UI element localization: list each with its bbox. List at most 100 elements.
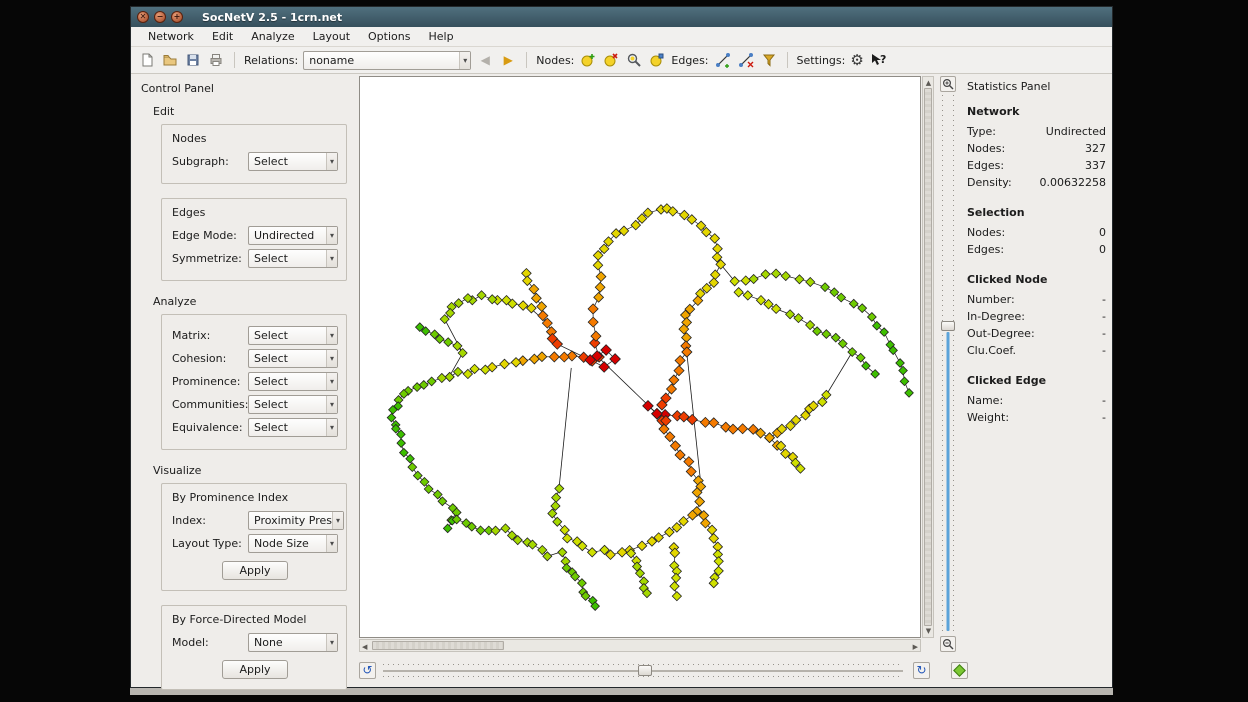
combo-box[interactable]: Select ▾	[248, 372, 338, 391]
settings-gear-icon[interactable]: ⚙	[850, 52, 863, 68]
combo-box[interactable]: None ▾	[248, 633, 338, 652]
chevron-down-icon[interactable]: ▾	[326, 396, 337, 413]
network-graph[interactable]	[360, 77, 920, 637]
combo-box[interactable]: Select ▾	[248, 152, 338, 171]
minimize-button[interactable]: −	[154, 11, 166, 23]
open-file-icon[interactable]	[161, 51, 179, 69]
field-label: Layout Type:	[172, 537, 248, 550]
field-label: Equivalence:	[172, 421, 248, 434]
chevron-down-icon[interactable]: ▾	[326, 250, 337, 267]
stat-value: -	[1102, 293, 1106, 306]
menu-item[interactable]: Layout	[304, 28, 359, 45]
menu-item[interactable]: Analyze	[242, 28, 303, 45]
stat-row: Edges: 337	[967, 159, 1106, 172]
combo-box[interactable]: Node Size ▾	[248, 534, 338, 553]
relations-icon-button[interactable]	[951, 662, 968, 679]
print-icon[interactable]	[207, 51, 225, 69]
vertical-scroll-thumb[interactable]	[924, 88, 932, 626]
relations-label: Relations:	[244, 54, 298, 67]
stat-label: Name:	[967, 394, 1003, 407]
canvas-vertical-scrollbar[interactable]: ▲ ▼	[922, 76, 934, 638]
combo-box[interactable]: Select ▾	[248, 326, 338, 345]
apply-prominence-button[interactable]: Apply	[222, 561, 287, 580]
chevron-down-icon[interactable]: ▾	[326, 634, 337, 651]
combo-box[interactable]: Proximity Pres ▾	[248, 511, 344, 530]
combo-box[interactable]: Undirected ▾	[248, 226, 338, 245]
combo-box[interactable]: Select ▾	[248, 395, 338, 414]
chevron-down-icon[interactable]: ▾	[332, 512, 343, 529]
menu-item[interactable]: Options	[359, 28, 419, 45]
node-properties-icon[interactable]	[648, 51, 666, 69]
stat-row: In-Degree: -	[967, 310, 1106, 323]
scroll-left-icon[interactable]: ◀	[362, 642, 367, 653]
nodes-group-title: Nodes	[172, 132, 338, 145]
previous-relation-button[interactable]: ◀	[476, 53, 494, 67]
menu-item[interactable]: Edit	[203, 28, 242, 45]
remove-node-icon[interactable]	[602, 51, 620, 69]
chevron-down-icon[interactable]: ▾	[326, 327, 337, 344]
socnetv-window: ✕ − + SocNetV 2.5 - 1crn.net Network Edi…	[130, 6, 1113, 688]
menu-item[interactable]: Help	[419, 28, 462, 45]
stat-label: Nodes:	[967, 142, 1005, 155]
combo-box[interactable]: Select ▾	[248, 418, 338, 437]
field-label: Model:	[172, 636, 248, 649]
rotation-ticks	[383, 676, 903, 677]
network-canvas[interactable]	[359, 76, 921, 638]
stat-label: Nodes:	[967, 226, 1005, 239]
nodes-label: Nodes:	[536, 54, 574, 67]
edges-group-rows: Edge Mode: Undirected ▾ Symmetrize:	[172, 226, 338, 268]
add-edge-icon[interactable]	[714, 51, 732, 69]
zoom-slider-handle[interactable]	[941, 321, 955, 331]
horizontal-scroll-thumb[interactable]	[372, 641, 504, 650]
stat-value: 337	[1085, 159, 1106, 172]
rotate-right-button[interactable]: ↻	[913, 662, 930, 679]
combo-box[interactable]: Select ▾	[248, 249, 338, 268]
chevron-down-icon[interactable]: ▾	[326, 227, 337, 244]
new-file-icon[interactable]	[138, 51, 156, 69]
canvas-horizontal-scrollbar[interactable]: ◀ ▶	[359, 639, 921, 652]
stat-label: Clu.Coef.	[967, 344, 1016, 357]
zoom-slider[interactable]	[940, 95, 956, 633]
force-group-rows: Model: None ▾	[172, 633, 338, 652]
menu-item[interactable]: Network	[139, 28, 203, 45]
combo-value: Proximity Pres	[254, 514, 332, 527]
save-icon[interactable]	[184, 51, 202, 69]
maximize-button[interactable]: +	[171, 11, 183, 23]
find-node-icon[interactable]	[625, 51, 643, 69]
stat-row: Nodes: 0	[967, 226, 1106, 239]
add-node-icon[interactable]	[579, 51, 597, 69]
edit-section-label: Edit	[153, 105, 353, 118]
clicked-node-rows: Number: - In-Degree: - Out-Degree:	[967, 293, 1106, 357]
chevron-down-icon[interactable]: ▾	[326, 153, 337, 170]
chevron-down-icon[interactable]: ▾	[459, 52, 470, 69]
menu-bar: Network Edit Analyze Layout Options Help	[131, 27, 1112, 47]
field-label: Edge Mode:	[172, 229, 248, 242]
relations-combobox[interactable]: noname ▾	[303, 51, 471, 70]
rotation-slider[interactable]	[383, 663, 903, 678]
zoom-in-button[interactable]	[940, 76, 956, 92]
chevron-down-icon[interactable]: ▾	[326, 350, 337, 367]
close-button[interactable]: ✕	[137, 11, 149, 23]
filter-edges-icon[interactable]	[760, 51, 778, 69]
chevron-down-icon[interactable]: ▾	[326, 419, 337, 436]
field-label: Matrix:	[172, 329, 248, 342]
nodes-groupbox: Nodes Subgraph: Select ▾	[161, 124, 347, 184]
scroll-right-icon[interactable]: ▶	[913, 642, 918, 653]
zoom-column	[938, 76, 958, 652]
remove-edge-icon[interactable]	[737, 51, 755, 69]
chevron-down-icon[interactable]: ▾	[326, 373, 337, 390]
window-title: SocNetV 2.5 - 1crn.net	[202, 11, 342, 24]
rotation-slider-handle[interactable]	[638, 665, 652, 676]
combo-value: Select	[254, 421, 326, 434]
control-row: Symmetrize: Select ▾	[172, 249, 338, 268]
chevron-down-icon[interactable]: ▾	[326, 535, 337, 552]
context-help-icon[interactable]: ?	[869, 51, 887, 69]
combo-box[interactable]: Select ▾	[248, 349, 338, 368]
zoom-out-button[interactable]	[940, 636, 956, 652]
rotate-left-button[interactable]: ↺	[359, 662, 376, 679]
title-bar[interactable]: ✕ − + SocNetV 2.5 - 1crn.net	[131, 7, 1112, 27]
next-relation-button[interactable]: ▶	[499, 53, 517, 67]
apply-force-button[interactable]: Apply	[222, 660, 287, 679]
scroll-down-icon[interactable]: ▼	[924, 626, 933, 637]
field-label: Prominence:	[172, 375, 248, 388]
